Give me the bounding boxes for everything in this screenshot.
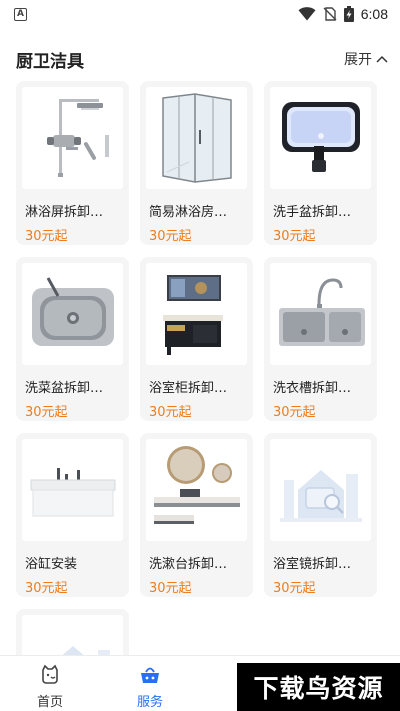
chevron-up-icon [376,55,388,63]
no-sim-icon [323,7,337,21]
kitchen-sink-icon [31,277,114,346]
status-right: 6:08 [298,6,388,22]
product-image [146,263,247,365]
product-image [22,439,123,541]
nav-home[interactable]: 首页 [20,664,80,710]
status-left: A [14,7,27,21]
service-card[interactable]: 淋浴屏拆卸… 30元起 [16,81,129,245]
section-header: 厨卫洁具 展开 [16,44,388,74]
expand-toggle[interactable]: 展开 [344,49,388,69]
bathroom-cabinet-icon [162,275,223,355]
service-card[interactable]: 洗漱台拆卸… 30元起 [140,433,253,597]
watermark-logo: 下载鸟资源 [237,663,400,711]
card-title: 浴缸安装 [25,557,78,572]
service-basket-icon [141,667,159,683]
service-card[interactable]: 浴缸安装 30元起 [16,433,129,597]
home-face-icon [42,664,58,684]
wifi-icon [298,7,316,21]
section-title: 厨卫洁具 [16,51,84,72]
card-price: 30元起 [25,581,68,596]
product-image [146,87,247,189]
product-image [270,263,371,365]
service-card[interactable]: 洗衣槽拆卸… 30元起 [264,257,377,421]
card-title: 浴室柜拆卸… [149,381,228,396]
service-card[interactable]: 简易淋浴房… 30元起 [140,81,253,245]
card-price: 30元起 [149,405,192,420]
product-image [270,439,371,541]
expand-toggle-label: 展开 [344,52,372,68]
status-bar: A 6:08 [0,0,400,28]
shower-room-icon [161,93,232,183]
notification-a-icon: A [14,7,27,21]
card-price: 30元起 [149,581,192,596]
card-title: 洗衣槽拆卸… [273,381,352,396]
product-image [22,263,123,365]
wash-basin-icon [281,102,360,172]
card-price: 30元起 [25,405,68,420]
nav-label: 首页 [36,695,63,710]
vanity-icon [153,446,240,524]
service-card[interactable]: 浴室柜拆卸… 30元起 [140,257,253,421]
shower-set-icon [46,99,109,177]
service-card[interactable]: 洗手盆拆卸… 30元起 [264,81,377,245]
card-title: 洗漱台拆卸… [149,557,228,572]
status-time: 6:08 [360,6,388,22]
service-card[interactable]: 洗菜盆拆卸… 30元起 [16,257,129,421]
card-price: 30元起 [273,581,316,596]
product-image [146,439,247,541]
card-title: 淋浴屏拆卸… [25,205,104,220]
service-grid: 淋浴屏拆卸… 30元起 简易淋浴房… 30元起 洗手盆拆卸… 30元起 洗菜盆拆… [16,81,382,669]
laundry-sink-icon [278,278,365,346]
nav-label: 服务 [136,695,163,710]
image-placeholder-icon [279,470,362,522]
service-card[interactable]: 浴室镜拆卸… 30元起 [264,433,377,597]
card-title: 洗菜盆拆卸… [25,381,104,396]
battery-charging-icon [343,6,354,22]
card-title: 简易淋浴房… [149,205,228,220]
product-image [270,87,371,189]
card-price: 30元起 [273,229,316,244]
card-price: 30元起 [25,229,68,244]
nav-service[interactable]: 服务 [120,664,180,710]
bathtub-icon [30,468,115,517]
card-price: 30元起 [273,405,316,420]
card-price: 30元起 [149,229,192,244]
card-title: 洗手盆拆卸… [273,205,352,220]
product-image [22,87,123,189]
card-title: 浴室镜拆卸… [273,557,352,572]
